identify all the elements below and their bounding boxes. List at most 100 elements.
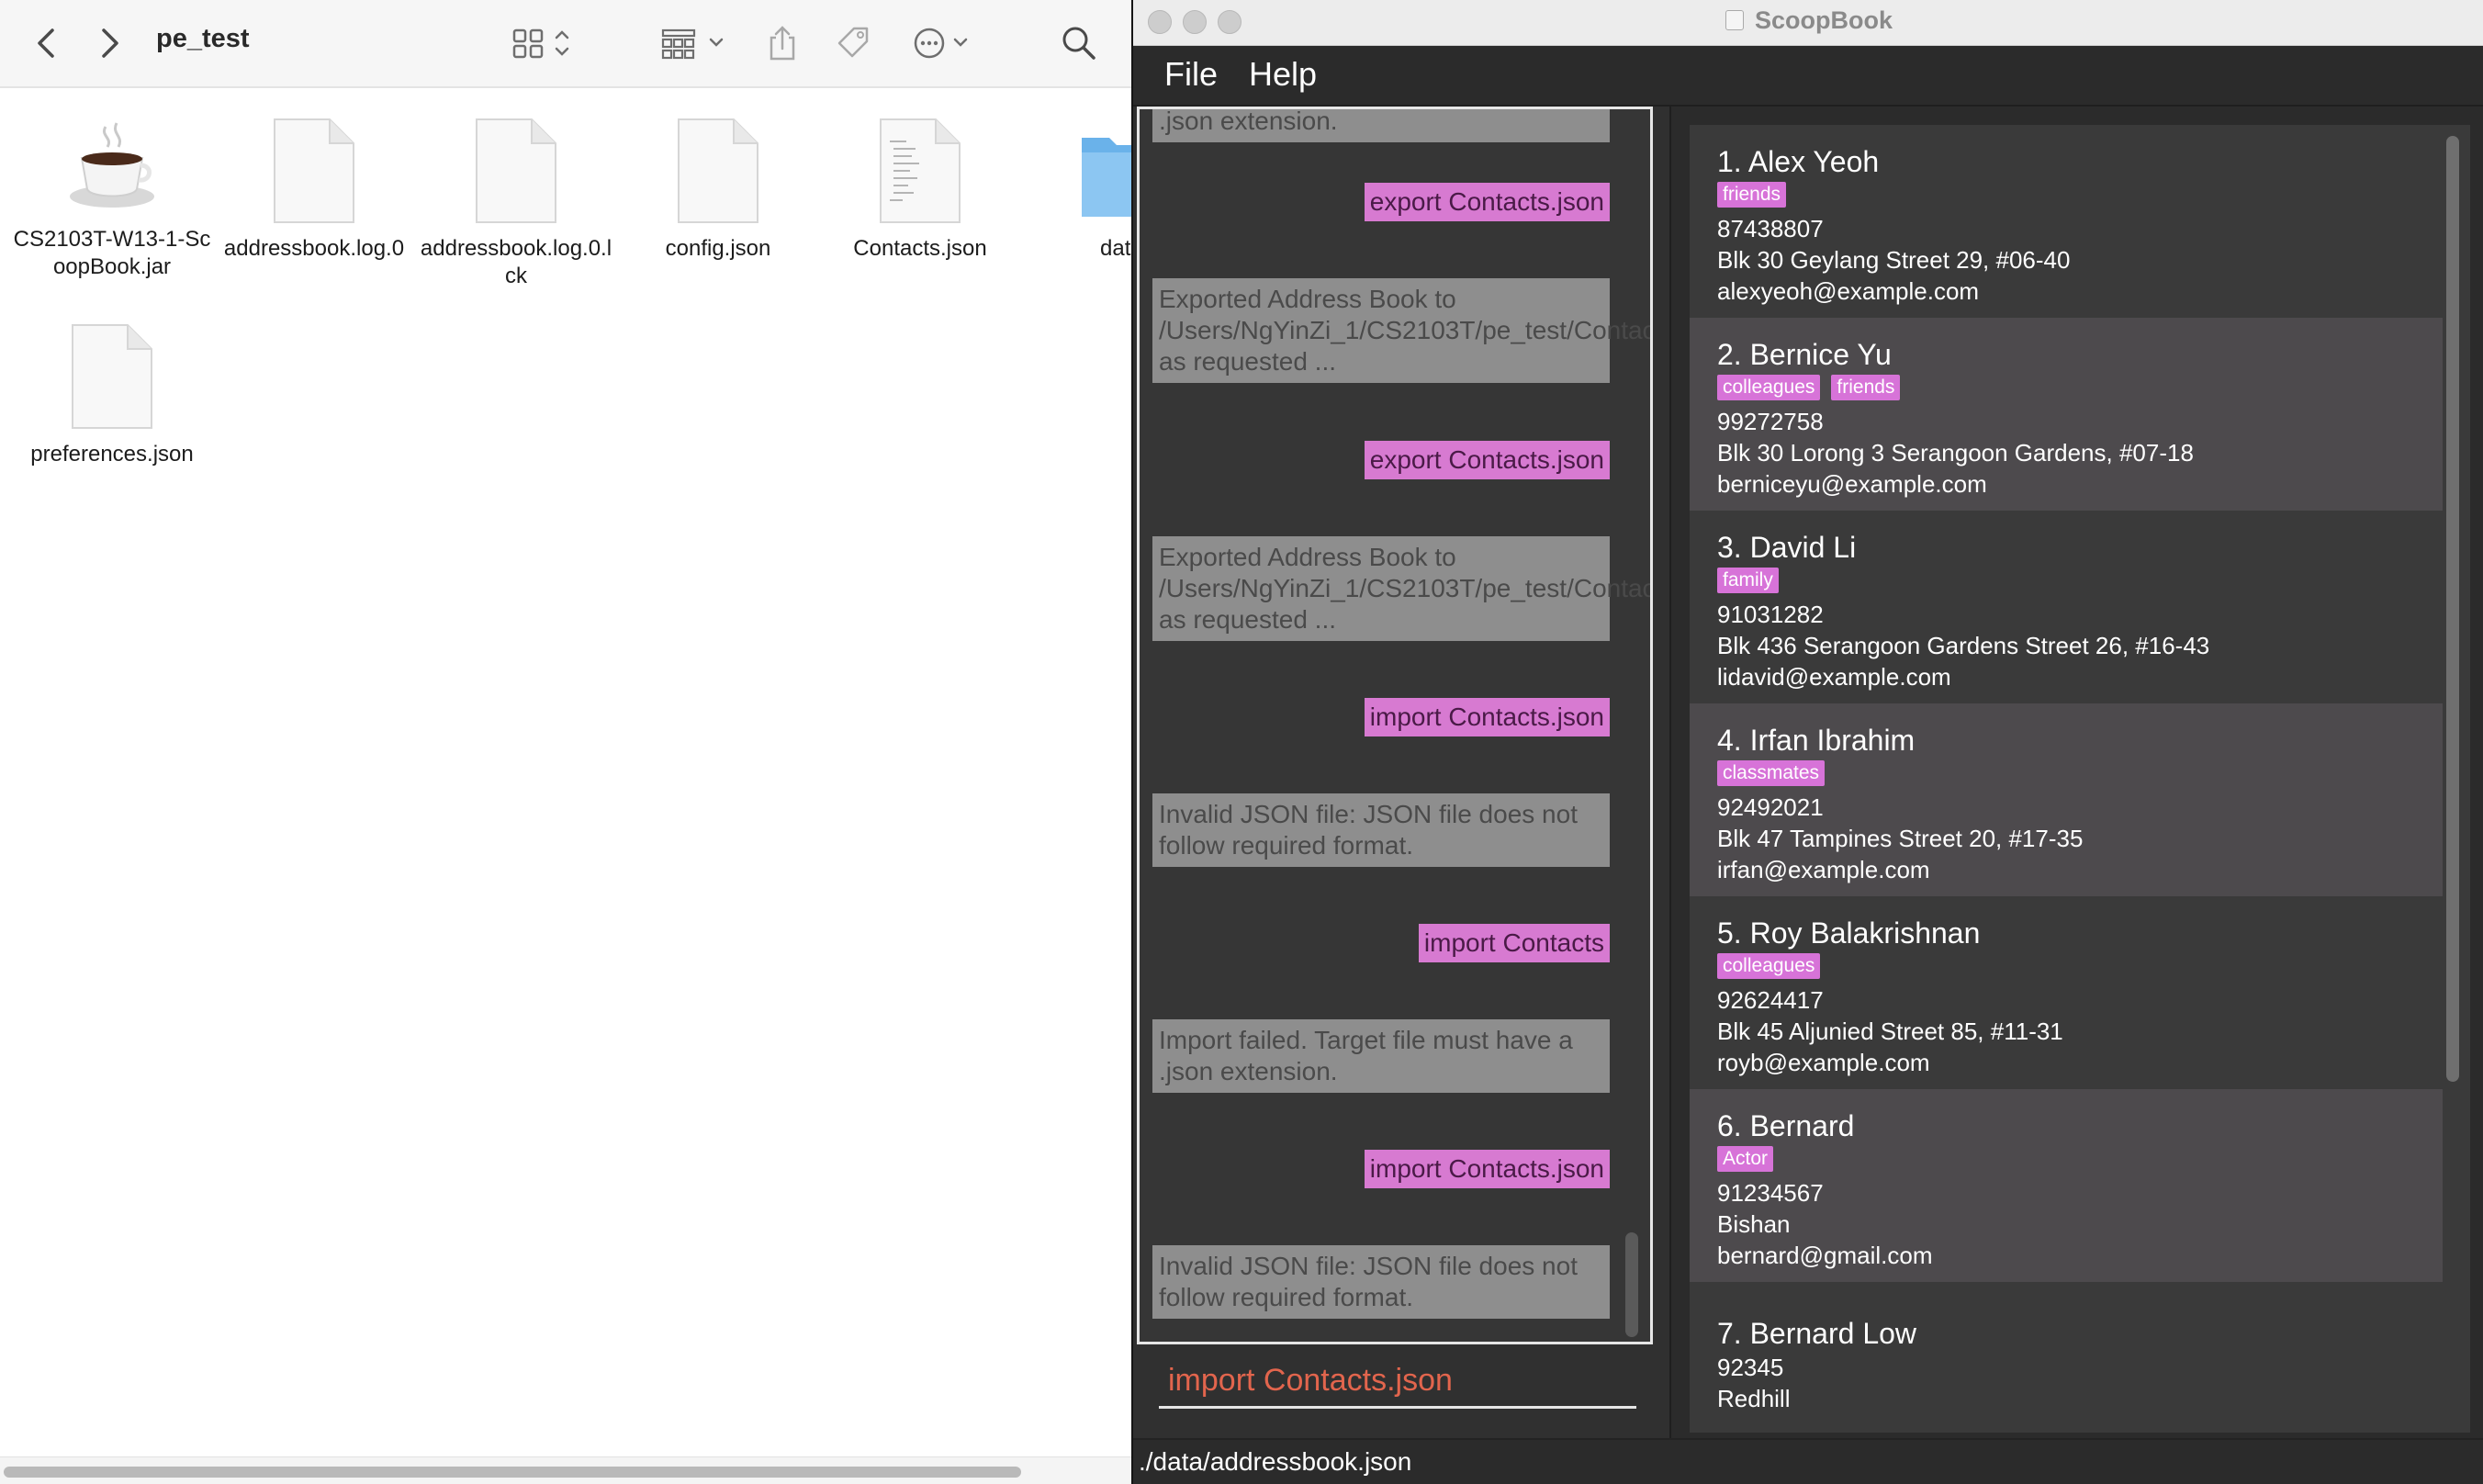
app-document-icon [1725,10,1744,30]
command-history-item: export Contacts.json [1364,183,1610,221]
file-name: Contacts.json [853,236,987,261]
file-item[interactable]: CS2103T-W13-1-ScoopBook.jar [11,116,213,281]
storage-path: ./data/addressbook.json [1139,1447,1412,1476]
person-name: 3. David Li [1717,531,1857,564]
share-icon[interactable] [764,20,801,66]
person-phone: 92624417 [1717,986,1824,1014]
person-email: berniceyu@example.com [1717,470,1987,498]
tag-row: colleagues [1717,953,2443,984]
menu-bar: File Help [1133,46,2483,107]
person-phone: 87438807 [1717,215,1824,242]
person-address: Blk 30 Lorong 3 Serangoon Gardens, #07-1… [1717,439,2194,467]
file-name: preferences.json [30,442,194,467]
person-phone: 92492021 [1717,793,1824,821]
person-list-scrollbar-thumb[interactable] [2446,136,2459,1082]
person-card[interactable]: 4. Irfan Ibrahim classmates 92492021 Blk… [1690,703,2443,896]
tag-row: friends [1717,182,2443,213]
person-email: lidavid@example.com [1717,663,1951,691]
document-icon [274,118,354,223]
forward-icon[interactable] [92,20,129,66]
file-name: addressbook.log.0.lck [420,236,612,288]
person-phone: 91234567 [1717,1179,1824,1207]
person-email: bernard@gmail.com [1717,1242,1933,1269]
menu-file[interactable]: File [1164,55,1218,94]
person-email: irfan@example.com [1717,856,1930,883]
result-message: Invalid JSON file: JSON file does not fo… [1152,1245,1610,1319]
window-title: ScoopBook [1754,6,1893,34]
status-bar: ./data/addressbook.json [1133,1438,2483,1484]
result-message: Invalid JSON file: JSON file does not fo… [1152,793,1610,867]
horizontal-scrollbar[interactable] [0,1456,1131,1484]
person-name: 1. Alex Yeoh [1717,145,1880,178]
result-message: Exported Address Book to /Users/NgYinZi_… [1152,536,1650,641]
person-address: Bishan [1717,1210,1791,1238]
tag-badge: colleagues [1717,953,1821,979]
horizontal-scrollbar-thumb[interactable] [4,1467,1021,1478]
person-card[interactable]: 6. Bernard Actor 91234567 Bishan bernard… [1690,1089,2443,1282]
title-bar: ScoopBook [1133,0,2483,46]
search-icon[interactable] [1060,20,1098,66]
command-input[interactable]: import Contacts.json [1159,1357,1636,1409]
tag-badge: family [1717,568,1779,593]
person-name: 5. Roy Balakrishnan [1717,916,1981,950]
java-jar-icon [70,122,154,208]
command-history-item: export Contacts.json [1364,441,1610,479]
tag-badge: classmates [1717,760,1826,786]
person-email: alexyeoh@example.com [1717,277,1980,305]
back-icon[interactable] [28,20,64,66]
person-list-panel: 1. Alex Yeoh friends 87438807 Blk 30 Gey… [1669,107,2483,1438]
command-history-item: import Contacts.json [1364,698,1610,736]
person-address: Redhill [1717,1385,1791,1412]
person-address: Blk 30 Geylang Street 29, #06-40 [1717,246,2071,274]
person-name: 2. Bernice Yu [1717,338,1892,371]
menu-help[interactable]: Help [1249,55,1317,94]
result-message: Exported Address Book to /Users/NgYinZi_… [1152,278,1650,383]
tag-row: classmates [1717,760,2443,792]
person-address: Blk 47 Tampines Street 20, #17-35 [1717,825,2084,852]
document-icon [678,118,758,223]
view-mode-icon[interactable] [511,20,575,66]
person-card[interactable]: 3. David Li family 91031282 Blk 436 Sera… [1690,511,2443,703]
person-email: royb@example.com [1717,1049,1930,1076]
file-item[interactable]: Contacts.json [819,116,1021,263]
person-card[interactable]: 7. Bernard Low 92345 Redhill [1690,1297,2443,1433]
person-card[interactable]: 2. Bernice Yu colleagues friends 99272758… [1690,318,2443,511]
person-name: 6. Bernard [1717,1109,1855,1142]
file-name: config.json [665,236,771,261]
person-name: 7. Bernard Low [1717,1317,1917,1350]
tag-badge: Actor [1717,1146,1774,1172]
finder-toolbar: pe_test [0,0,1131,88]
document-icon [476,118,556,223]
tag-badge: friends [1831,375,1901,400]
person-phone: 92345 [1717,1354,1784,1381]
person-list[interactable]: 1. Alex Yeoh friends 87438807 Blk 30 Gey… [1690,125,2470,1433]
command-panel: Import failed. Target file must have a .… [1133,107,1671,1438]
tag-badge: colleagues [1717,375,1821,400]
person-name: 4. Irfan Ibrahim [1717,724,1916,757]
person-address: Blk 45 Aljunied Street 85, #11-31 [1717,1017,2063,1045]
result-display[interactable]: Import failed. Target file must have a .… [1137,107,1653,1344]
person-card[interactable]: 1. Alex Yeoh friends 87438807 Blk 30 Gey… [1690,125,2443,318]
file-item[interactable]: addressbook.log.0 [213,116,415,263]
more-options-icon[interactable] [911,20,975,66]
file-item[interactable]: addressbook.log.0.lck [415,116,617,290]
tag-icon[interactable] [836,20,872,66]
tag-row: Actor [1717,1146,2443,1177]
folder-icon [1082,138,1131,217]
file-item[interactable]: config.json [617,116,819,263]
command-history-item: import Contacts [1418,924,1610,962]
file-item[interactable]: preferences.json [11,321,213,468]
folder-title: pe_test [156,24,250,53]
result-message: Import failed. Target file must have a .… [1152,109,1610,142]
person-card[interactable]: 5. Roy Balakrishnan colleagues 92624417 … [1690,896,2443,1089]
person-address: Blk 436 Serangoon Gardens Street 26, #16… [1717,632,2210,659]
window-title-wrap: ScoopBook [1133,6,2483,35]
tag-row: colleagues friends [1717,375,2443,406]
result-scrollbar-thumb[interactable] [1625,1232,1638,1337]
group-icon[interactable] [659,20,729,66]
tag-row: family [1717,568,2443,599]
command-history-item: import Contacts.json [1364,1150,1610,1188]
person-phone: 91031282 [1717,601,1824,628]
person-phone: 99272758 [1717,408,1824,435]
file-item[interactable]: dat [1021,116,1131,263]
